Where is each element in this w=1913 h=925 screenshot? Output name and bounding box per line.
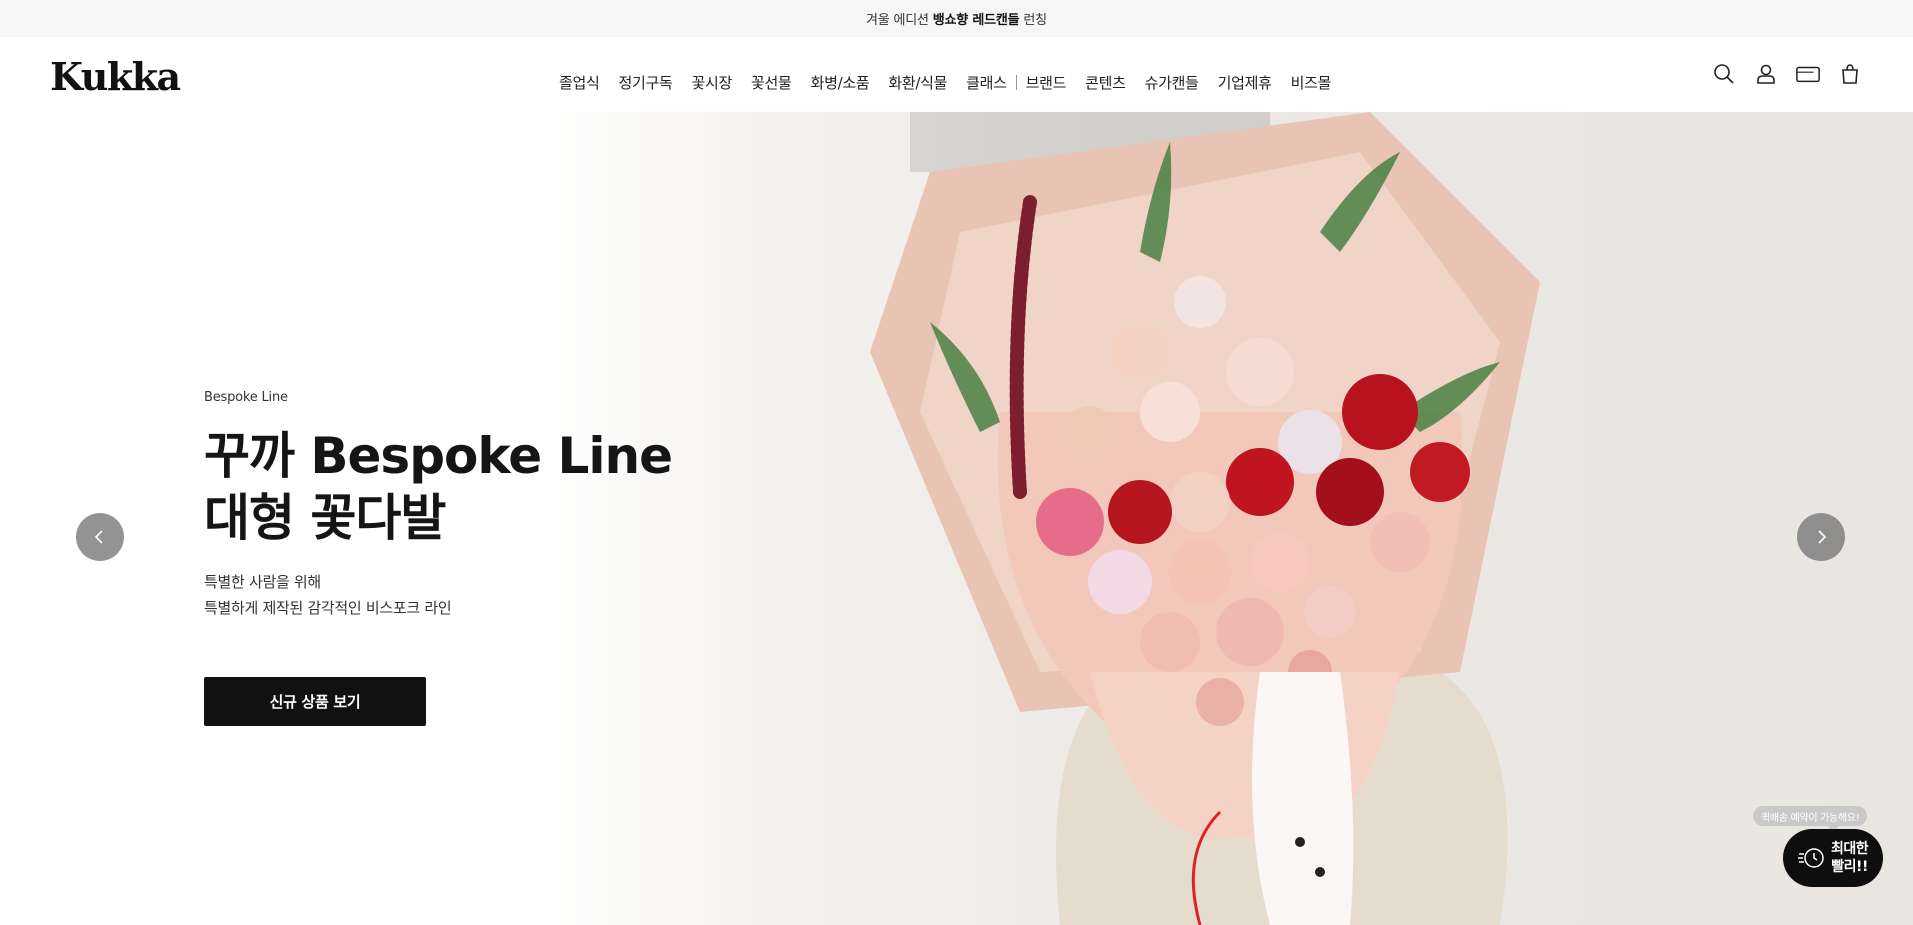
hero-headline-line1: 꾸까 Bespoke Line xyxy=(204,427,673,485)
hero-eyebrow: Bespoke Line xyxy=(204,390,288,405)
hero-headline-line2: 대형 꽃다발 xyxy=(204,489,446,547)
hero-text-block: Bespoke Line 꾸까 Bespoke Line 대형 꽃다발 특별한 … xyxy=(204,390,673,726)
nav-item-vase[interactable]: 화병/소품 xyxy=(811,72,870,93)
hero-headline: 꾸까 Bespoke Line 대형 꽃다발 xyxy=(204,425,673,549)
kukka-logo[interactable]: Kukka xyxy=(50,54,181,99)
nav-item-class[interactable]: 클래스 xyxy=(966,72,1007,93)
announcement-suffix: 런칭 xyxy=(1023,13,1047,28)
nav-item-flower-market[interactable]: 꽃시장 xyxy=(692,72,733,93)
nav-item-brand[interactable]: 브랜드 xyxy=(1026,72,1067,93)
site-header: Kukka 졸업식 정기구독 꽃시장 꽃선물 화병/소품 화환/식물 클래스 브… xyxy=(0,37,1913,112)
carousel-next-button[interactable] xyxy=(1797,513,1845,561)
nav-item-subscription[interactable]: 정기구독 xyxy=(619,72,673,93)
quick-delivery-line2: 빨리!! xyxy=(1831,859,1868,875)
nav-item-flower-gift[interactable]: 꽃선물 xyxy=(751,72,792,93)
cart-icon[interactable] xyxy=(1837,61,1863,87)
hero-description: 특별한 사람을 위해 특별하게 제작된 감각적인 비스포크 라인 xyxy=(204,569,672,621)
quick-delivery-button[interactable]: 최대한 빨리!! xyxy=(1783,829,1883,887)
nav-item-sugar-candle[interactable]: 슈가캔들 xyxy=(1145,72,1199,93)
quick-delivery-line1: 최대한 xyxy=(1831,841,1869,857)
quick-delivery-tooltip: 퀵배송 예약이 가능해요! xyxy=(1753,806,1868,832)
nav-divider xyxy=(1015,75,1017,90)
announcement-bar[interactable]: 겨울 에디션 뱅쇼향 레드캔들 런칭 xyxy=(0,0,1913,37)
bouquet-image xyxy=(870,112,1540,925)
nav-item-wreath-plant[interactable]: 화환/식물 xyxy=(888,72,947,93)
carousel-prev-button[interactable] xyxy=(76,513,124,561)
announcement-prefix: 겨울 에디션 xyxy=(866,13,929,28)
search-icon[interactable] xyxy=(1711,61,1737,87)
hero-banner[interactable]: Bespoke Line 꾸까 Bespoke Line 대형 꽃다발 특별한 … xyxy=(0,112,1913,925)
nav-item-corporate[interactable]: 기업제휴 xyxy=(1218,72,1272,93)
header-icons xyxy=(1711,61,1863,87)
nav-item-graduation[interactable]: 졸업식 xyxy=(559,72,600,93)
quick-delivery-label: 최대한 빨리!! xyxy=(1831,840,1869,876)
card-icon[interactable] xyxy=(1795,61,1821,87)
chevron-left-icon xyxy=(94,530,103,544)
chevron-right-icon xyxy=(1818,530,1827,544)
nav-item-bizmall[interactable]: 비즈몰 xyxy=(1291,72,1332,93)
fast-clock-icon xyxy=(1798,848,1824,868)
view-new-products-button[interactable]: 신규 상품 보기 xyxy=(204,677,426,726)
hero-desc-line2: 특별하게 제작된 감각적인 비스포크 라인 xyxy=(204,599,452,617)
hero-desc-line1: 특별한 사람을 위해 xyxy=(204,573,321,591)
nav-item-content[interactable]: 콘텐츠 xyxy=(1085,72,1126,93)
main-nav: 졸업식 정기구독 꽃시장 꽃선물 화병/소품 화환/식물 클래스 브랜드 콘텐츠… xyxy=(559,72,1350,93)
announcement-highlight: 뱅쇼향 레드캔들 xyxy=(932,13,1020,28)
user-icon[interactable] xyxy=(1753,61,1779,87)
